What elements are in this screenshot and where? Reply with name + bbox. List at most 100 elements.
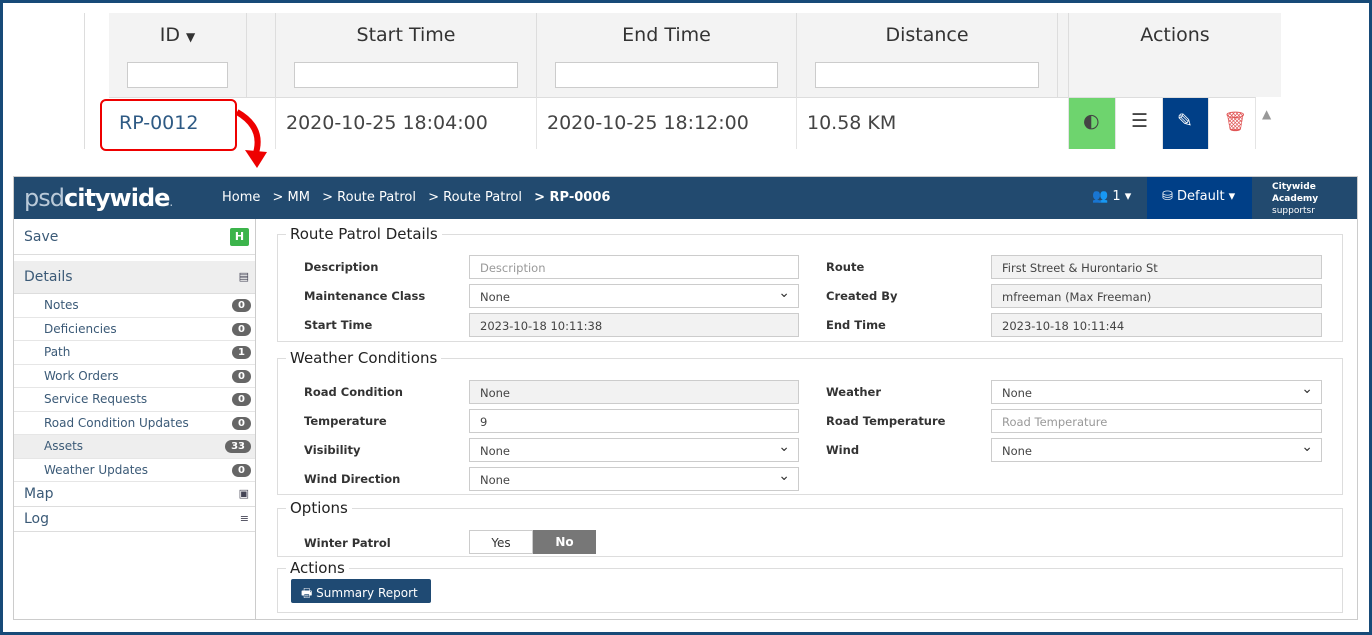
app-window: psdcitywide. Home > MM > Route Patrol > …	[13, 176, 1358, 620]
sidebar-item-deficiencies[interactable]: Deficiencies 0	[14, 318, 255, 341]
section-title: Weather Conditions	[290, 349, 438, 367]
details-section: Route Patrol Details Description Descrip…	[277, 225, 1343, 342]
database-dropdown[interactable]: ⛁ Default ▾	[1147, 177, 1252, 219]
col-label: Start Time	[356, 24, 456, 46]
users-dropdown[interactable]: 👥 1 ▾	[1092, 189, 1131, 204]
label: Maintenance Class	[304, 289, 426, 303]
sidebar-item-assets[interactable]: Assets 33	[14, 435, 255, 459]
label: Description	[304, 260, 379, 274]
navbar: psdcitywide. Home > MM > Route Patrol > …	[14, 177, 1357, 219]
label: Wind Direction	[304, 472, 401, 486]
crumb-route-patrol[interactable]: > Route Patrol	[322, 190, 416, 205]
col-label: Actions	[1140, 24, 1210, 46]
database-label: Default	[1177, 189, 1225, 204]
log-label: Log	[24, 511, 50, 527]
user-name: supportsr	[1272, 206, 1315, 216]
details-icon: ▤	[238, 270, 249, 283]
label: Wind	[826, 443, 860, 457]
sidebar-item-service-requests[interactable]: Service Requests 0	[14, 388, 255, 412]
sidebar-details[interactable]: Details ▤	[14, 261, 255, 294]
count-badge: 0	[232, 369, 251, 383]
item-label: Service Requests	[44, 392, 148, 406]
sidebar-item-road-condition-updates[interactable]: Road Condition Updates 0	[14, 412, 255, 435]
label: Winter Patrol	[304, 536, 391, 550]
sidebar-item-notes[interactable]: Notes 0	[14, 294, 255, 318]
item-label: Weather Updates	[44, 462, 149, 477]
winter-yes-button[interactable]: Yes	[469, 530, 533, 554]
winter-no-button[interactable]: No	[533, 530, 596, 554]
crumb-current: > RP-0006	[534, 190, 611, 205]
filter-distance[interactable]	[815, 62, 1039, 88]
description-input[interactable]: Description	[469, 255, 799, 279]
print-icon: 🖶	[301, 586, 313, 600]
col-label: Distance	[885, 24, 969, 46]
save-button[interactable]: Save H	[14, 219, 255, 255]
crumb-home[interactable]: Home	[222, 190, 260, 205]
trash-icon[interactable]: 🗑	[1209, 97, 1256, 149]
col-distance[interactable]: Distance	[797, 13, 1058, 97]
edit-icon[interactable]: ✎	[1163, 97, 1209, 149]
col-end[interactable]: End Time	[537, 13, 797, 97]
item-label: Deficiencies	[44, 321, 117, 336]
row-start: 2020-10-25 18:04:00	[276, 97, 537, 149]
section-title: Route Patrol Details	[290, 225, 438, 243]
logo[interactable]: psdcitywide.	[24, 184, 173, 212]
log-icon: ≡	[239, 512, 249, 525]
end-time-field: 2023-10-18 10:11:44	[991, 313, 1322, 337]
scroll-up-icon[interactable]: ▲	[1256, 97, 1281, 149]
breadcrumb: Home > MM > Route Patrol > Route Patrol …	[222, 190, 610, 205]
label: Temperature	[304, 414, 387, 428]
weather-select[interactable]: None	[991, 380, 1322, 404]
weather-section: Weather Conditions Road Condition None W…	[277, 349, 1343, 495]
section-title: Actions	[290, 559, 345, 577]
road-temperature-input[interactable]: Road Temperature	[991, 409, 1322, 433]
col-spacer	[1058, 13, 1069, 97]
label: End Time	[826, 318, 886, 332]
item-label: Assets	[44, 439, 84, 453]
row-end: 2020-10-25 18:12:00	[537, 97, 797, 149]
sidebar-log[interactable]: Log ≡	[14, 507, 255, 532]
row-distance: 10.58 KM	[797, 97, 1069, 149]
user-menu[interactable]: Citywide Academy supportsr	[1272, 181, 1357, 217]
col-start[interactable]: Start Time	[276, 13, 537, 97]
count-badge: 33	[225, 440, 251, 453]
label: Start Time	[304, 318, 373, 332]
save-label: Save	[24, 229, 59, 245]
summary-label: Summary Report	[316, 586, 418, 600]
col-actions: Actions	[1069, 13, 1281, 97]
wind-direction-select[interactable]: None	[469, 467, 799, 491]
item-label: Road Condition Updates	[44, 415, 189, 430]
section-title: Options	[290, 499, 348, 517]
filter-start[interactable]	[294, 62, 518, 88]
map-label: Map	[24, 486, 54, 502]
visibility-select[interactable]: None	[469, 438, 799, 462]
save-icon: H	[230, 228, 249, 246]
caret-down-icon: ▼	[186, 30, 196, 44]
created-by-field: mfreeman (Max Freeman)	[991, 284, 1322, 308]
crumb-route-patrol-2[interactable]: > Route Patrol	[428, 190, 522, 205]
label: Road Condition	[304, 385, 403, 399]
count-badge: 1	[232, 346, 251, 359]
sidebar-item-weather-updates[interactable]: Weather Updates 0	[14, 459, 255, 482]
options-section: Options Winter Patrol Yes No	[277, 499, 1343, 557]
summary-report-button[interactable]: 🖶 Summary Report	[291, 579, 431, 603]
sidebar-map[interactable]: Map ▣	[14, 482, 255, 507]
label: Route	[826, 260, 865, 274]
col-id[interactable]: ID ▼	[109, 13, 247, 97]
start-time-field: 2023-10-18 10:11:38	[469, 313, 799, 337]
wind-select[interactable]: None	[991, 438, 1322, 462]
globe-icon[interactable]: ◐	[1069, 97, 1116, 149]
sidebar-item-work-orders[interactable]: Work Orders 0	[14, 365, 255, 388]
filter-id[interactable]	[127, 62, 228, 88]
maintenance-class-select[interactable]: None	[469, 284, 799, 308]
filter-end[interactable]	[555, 62, 778, 88]
crumb-mm[interactable]: > MM	[273, 190, 310, 205]
road-condition-field: None	[469, 380, 799, 404]
label: Created By	[826, 289, 898, 303]
temperature-input[interactable]: 9	[469, 409, 799, 433]
highlight-box	[100, 99, 237, 151]
sidebar-item-path[interactable]: Path 1	[14, 341, 255, 365]
label: Weather	[826, 385, 881, 399]
map-icon: ▣	[238, 487, 249, 500]
list-icon[interactable]: ☰	[1116, 97, 1163, 149]
